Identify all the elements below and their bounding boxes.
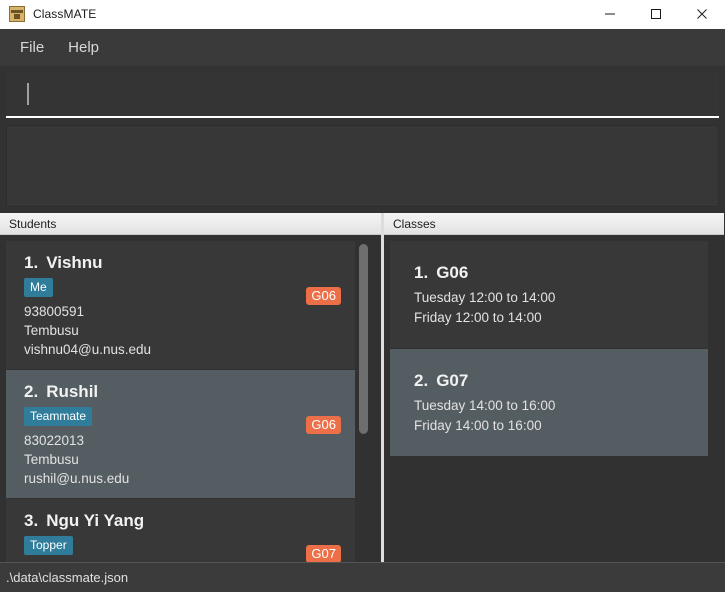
- classes-list[interactable]: 1. G06 Tuesday 12:00 to 14:00 Friday 12:0…: [384, 235, 724, 562]
- class-name: G06: [436, 263, 469, 282]
- menu-bar: File Help: [0, 29, 725, 66]
- student-phone: 83022013: [24, 433, 85, 448]
- status-bar: .\data\classmate.json: [0, 562, 725, 592]
- class-index: 1.: [414, 263, 429, 282]
- class-slot: Tuesday 14:00 to 16:00: [414, 398, 556, 413]
- command-input-container: [0, 66, 725, 118]
- student-group-badge[interactable]: G06: [306, 287, 341, 305]
- student-address: Tembusu: [24, 452, 79, 467]
- result-display-text: [7, 126, 718, 138]
- title-bar: ClassMATE: [0, 0, 725, 29]
- student-address: Tembusu: [24, 323, 79, 338]
- status-bar-path: .\data\classmate.json: [6, 570, 129, 585]
- student-name-row: 3. Ngu Yi Yang: [24, 511, 345, 531]
- student-index: 1.: [24, 253, 39, 272]
- menu-item-file[interactable]: File: [10, 35, 54, 60]
- class-name: G07: [436, 371, 469, 390]
- class-card[interactable]: 2. G07 Tuesday 14:00 to 16:00 Friday 14:0…: [390, 349, 708, 456]
- application-window: ClassMATE File Help Students 1. Vishnu M…: [0, 0, 725, 592]
- close-icon[interactable]: [679, 0, 725, 29]
- student-group-badge[interactable]: G07: [306, 545, 341, 562]
- student-phone: 93800591: [24, 304, 85, 319]
- class-card[interactable]: 1. G06 Tuesday 12:00 to 14:00 Friday 12:0…: [390, 241, 708, 348]
- classes-panel-header: Classes: [384, 213, 724, 235]
- student-group-badge[interactable]: G06: [306, 416, 341, 434]
- students-list[interactable]: 1. Vishnu Me 93800591 Tembusu vishnu04@u.…: [0, 235, 381, 562]
- class-slot: Tuesday 12:00 to 14:00: [414, 290, 556, 305]
- panels-container: Students 1. Vishnu Me 93800591 Tembusu vi…: [0, 213, 725, 562]
- app-icon: [9, 6, 25, 22]
- command-input[interactable]: [6, 72, 719, 118]
- maximize-icon[interactable]: [633, 0, 679, 29]
- student-name: Rushil: [46, 382, 99, 401]
- student-name-row: 1. Vishnu: [24, 253, 345, 273]
- students-scrollbar[interactable]: [358, 235, 370, 562]
- menu-item-help[interactable]: Help: [58, 35, 109, 60]
- student-index: 2.: [24, 382, 39, 401]
- student-email: rushil@u.nus.edu: [24, 471, 130, 486]
- result-display[interactable]: [6, 125, 719, 207]
- student-name: Ngu Yi Yang: [46, 511, 145, 530]
- students-scrollbar-thumb[interactable]: [359, 244, 368, 434]
- student-email: vishnu04@u.nus.edu: [24, 342, 152, 357]
- student-tag[interactable]: Me: [24, 278, 53, 297]
- window-controls: [587, 0, 725, 29]
- student-card[interactable]: 1. Vishnu Me 93800591 Tembusu vishnu04@u.…: [6, 241, 355, 369]
- student-tag[interactable]: Teammate: [24, 407, 93, 426]
- text-caret: [27, 83, 29, 105]
- classes-panel: Classes 1. G06 Tuesday 12:00 to 14:00 Fri…: [384, 213, 724, 562]
- class-name-row: 2. G07: [414, 371, 698, 391]
- student-card[interactable]: 2. Rushil Teammate 83022013 Tembusu rushi…: [6, 370, 355, 498]
- window-title: ClassMATE: [33, 7, 97, 21]
- class-slot: Friday 14:00 to 16:00: [414, 418, 542, 433]
- class-index: 2.: [414, 371, 429, 390]
- students-panel-header: Students: [0, 213, 381, 235]
- result-display-container: [0, 118, 725, 213]
- student-name-row: 2. Rushil: [24, 382, 345, 402]
- student-name: Vishnu: [46, 253, 103, 272]
- student-tag[interactable]: Topper: [24, 536, 73, 555]
- class-slot: Friday 12:00 to 14:00: [414, 310, 542, 325]
- student-index: 3.: [24, 511, 39, 530]
- minimize-icon[interactable]: [587, 0, 633, 29]
- student-phone: 90082992: [24, 560, 345, 562]
- student-card[interactable]: 3.Ngu Yi Yang Topper 90082992 NUS ngu@u.…: [6, 499, 355, 562]
- class-name-row: 1. G06: [414, 263, 698, 283]
- students-panel: Students 1. Vishnu Me 93800591 Tembusu vi…: [0, 213, 381, 562]
